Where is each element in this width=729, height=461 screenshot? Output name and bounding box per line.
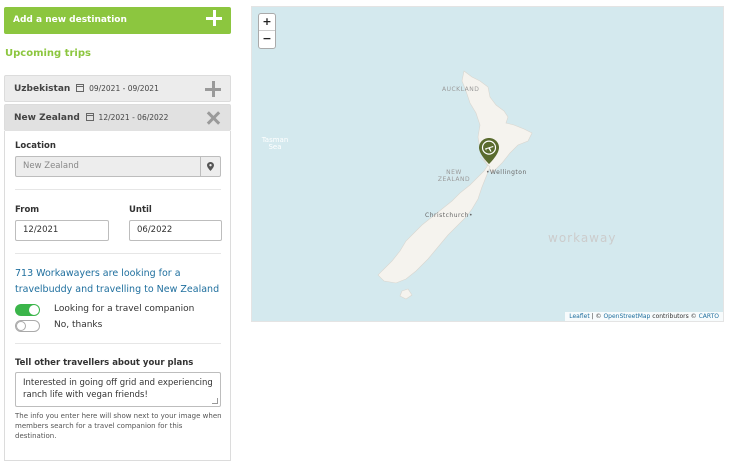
map-label-christchurch: Christchurch• [425, 212, 473, 219]
travel-companion-no-label: No, thanks [54, 320, 103, 330]
resize-grip-icon[interactable] [212, 398, 218, 404]
carto-link[interactable]: CARTO [699, 313, 719, 320]
zoom-control: + − [258, 13, 276, 49]
from-field[interactable]: 12/2021 [15, 220, 109, 241]
location-field: New Zealand [15, 156, 221, 177]
map-pin-icon [207, 162, 214, 171]
travel-companion-toggle-on[interactable] [15, 304, 40, 316]
from-value: 12/2021 [23, 225, 59, 235]
trip-row-new-zealand[interactable]: New Zealand 12/2021 - 06/2022 [4, 104, 231, 131]
plus-icon [206, 10, 222, 26]
divider [15, 189, 221, 190]
calendar-icon [85, 113, 94, 121]
trip-country: Uzbekistan [14, 84, 71, 94]
attribution-sep: | © [589, 313, 604, 320]
attribution-text: contributors © [650, 313, 699, 320]
trip-sidebar: Add a new destination Upcoming trips Uzb… [4, 0, 231, 461]
plans-textarea[interactable]: Interested in going off grid and experie… [15, 372, 221, 407]
add-destination-label: Add a new destination [13, 15, 127, 25]
until-value: 06/2022 [137, 225, 173, 235]
destination-map[interactable]: + − AUCKLAND NEW ZEALAND •Wellington Chr… [251, 6, 724, 322]
zoom-out-button[interactable]: − [259, 31, 275, 48]
airplane-pin-icon[interactable] [479, 138, 499, 164]
add-destination-button[interactable]: Add a new destination [4, 7, 231, 34]
plans-label: Tell other travellers about your plans [15, 358, 194, 368]
travel-companion-toggle-off[interactable] [15, 320, 40, 332]
from-label: From [15, 205, 40, 215]
until-field[interactable]: 06/2022 [129, 220, 222, 241]
map-label-wellington: •Wellington [486, 169, 527, 176]
map-label-new-zealand: NEW ZEALAND [437, 169, 471, 183]
upcoming-trips-heading: Upcoming trips [5, 48, 91, 59]
leaflet-link[interactable]: Leaflet [569, 313, 589, 320]
map-watermark: workaway [548, 231, 617, 245]
plans-help-text: The info you enter here will show next t… [15, 412, 222, 440]
travel-companion-yes-label: Looking for a travel companion [54, 304, 195, 314]
zoom-in-button[interactable]: + [259, 14, 275, 31]
trip-details-panel: Location New Zealand From Until 12/2021 … [4, 131, 231, 461]
trip-country: New Zealand [14, 113, 80, 123]
map-attribution: Leaflet | © OpenStreetMap contributors ©… [565, 312, 723, 321]
trip-dates: 09/2021 - 09/2021 [89, 84, 159, 93]
osm-link[interactable]: OpenStreetMap [603, 313, 650, 320]
trip-dates: 12/2021 - 06/2022 [98, 113, 169, 122]
close-icon[interactable] [206, 111, 220, 125]
calendar-icon [76, 84, 85, 92]
divider [15, 343, 221, 344]
map-label-tasman-sea: Tasman Sea [261, 136, 289, 151]
until-label: Until [129, 205, 152, 215]
map-label-auckland: AUCKLAND [442, 86, 480, 93]
expand-plus-icon[interactable] [205, 81, 221, 97]
travelbuddy-count-text: 713 Workawayers are looking for a travel… [15, 268, 220, 295]
location-label: Location [15, 141, 56, 151]
plans-value: Interested in going off grid and experie… [23, 378, 213, 400]
divider [15, 253, 221, 254]
new-zealand-landmass [377, 70, 533, 300]
map-pin-button[interactable] [200, 157, 220, 176]
location-value: New Zealand [23, 161, 79, 171]
trip-row-uzbekistan[interactable]: Uzbekistan 09/2021 - 09/2021 [4, 75, 231, 102]
